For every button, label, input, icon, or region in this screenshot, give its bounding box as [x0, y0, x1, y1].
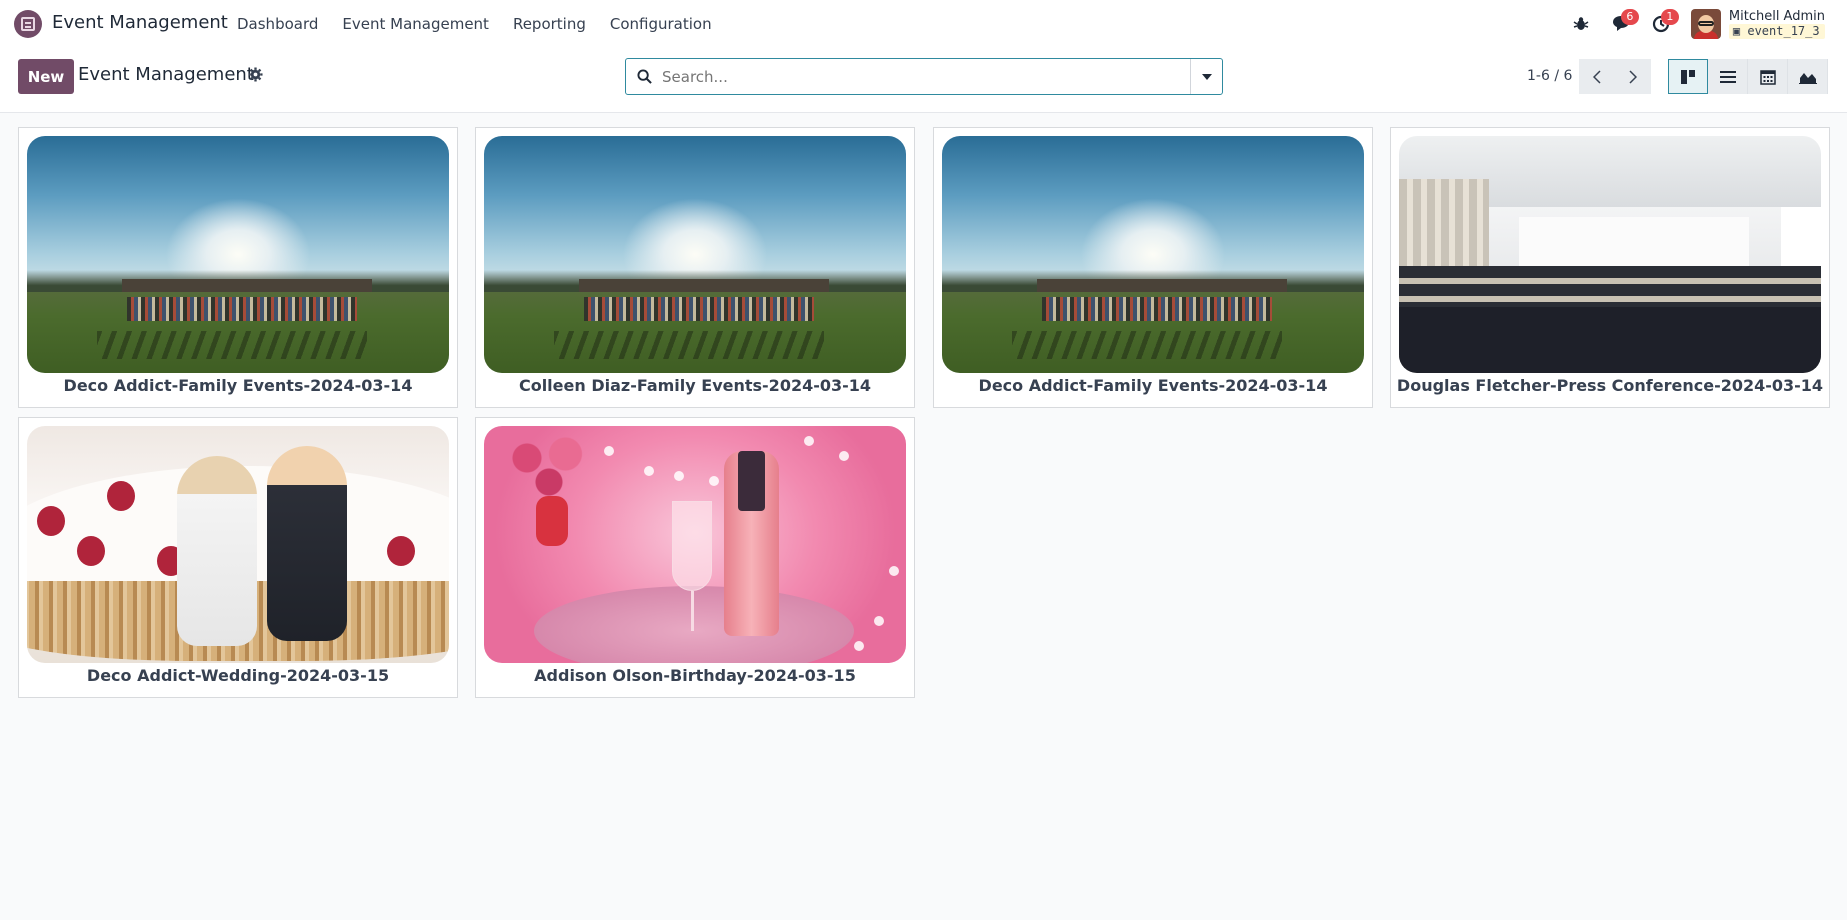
calendar-view-button[interactable] — [1748, 59, 1788, 94]
database-label: event_17_3 — [1747, 23, 1820, 38]
control-panel: New Event Management 1-6 / 6 — [0, 47, 1847, 113]
kanban-icon — [1681, 69, 1695, 84]
event-image — [942, 136, 1364, 373]
main-menu: Dashboard Event Management Reporting Con… — [225, 0, 724, 47]
search-bar — [625, 58, 1223, 95]
event-image — [27, 136, 449, 373]
user-avatar[interactable] — [1690, 8, 1721, 39]
pager-next-button[interactable] — [1615, 59, 1651, 94]
kanban-card[interactable]: Deco Addict-Family Events-2024-03-14 — [933, 127, 1373, 408]
area-chart-icon — [1798, 72, 1817, 84]
card-title: Douglas Fletcher-Press Conference-2024-0… — [1396, 376, 1824, 395]
menu-item-event-management[interactable]: Event Management — [330, 15, 501, 33]
search-input[interactable] — [662, 59, 1190, 94]
list-icon — [1719, 70, 1736, 83]
event-image — [1399, 136, 1821, 373]
view-switcher — [1668, 59, 1828, 94]
kanban-card[interactable]: Colleen Diaz-Family Events-2024-03-14 — [475, 127, 915, 408]
user-menu[interactable]: Mitchell Admin ▣ event_17_3 — [1728, 8, 1825, 39]
card-title: Colleen Diaz-Family Events-2024-03-14 — [518, 376, 872, 395]
card-title: Deco Addict-Family Events-2024-03-14 — [63, 376, 413, 395]
kanban-card[interactable]: Douglas Fletcher-Press Conference-2024-0… — [1390, 127, 1830, 408]
debug-icon[interactable] — [1561, 0, 1601, 47]
kanban-card[interactable]: Deco Addict-Wedding-2024-03-15 — [18, 417, 458, 698]
calendar-icon — [1759, 69, 1776, 85]
app-name[interactable]: Event Management — [52, 12, 228, 33]
card-title: Addison Olson-Birthday-2024-03-15 — [534, 666, 856, 685]
system-tray: 6 1 Mitchell Admin ▣ event_17_3 — [1561, 0, 1847, 47]
card-title: Deco Addict-Wedding-2024-03-15 — [86, 666, 390, 685]
chevron-left-icon — [1593, 69, 1601, 84]
list-view-button[interactable] — [1708, 59, 1748, 94]
top-navbar: Event Management Dashboard Event Managem… — [0, 0, 1847, 47]
kanban-card[interactable]: Addison Olson-Birthday-2024-03-15 — [475, 417, 915, 698]
graph-view-button[interactable] — [1788, 59, 1828, 94]
kanban-view-button[interactable] — [1668, 59, 1708, 94]
activities-icon[interactable]: 1 — [1641, 0, 1681, 47]
event-image — [27, 426, 449, 663]
app-home-icon[interactable] — [14, 10, 42, 38]
gear-icon[interactable] — [248, 67, 263, 86]
messages-badge: 6 — [1620, 9, 1639, 25]
database-name: ▣ event_17_3 — [1728, 23, 1825, 39]
search-options-toggle[interactable] — [1190, 59, 1222, 94]
menu-item-configuration[interactable]: Configuration — [598, 15, 724, 33]
event-image — [484, 426, 906, 663]
kanban-card[interactable]: Deco Addict-Family Events-2024-03-14 — [18, 127, 458, 408]
menu-item-dashboard[interactable]: Dashboard — [225, 15, 330, 33]
event-image — [484, 136, 906, 373]
activities-badge: 1 — [1660, 9, 1679, 25]
menu-item-reporting[interactable]: Reporting — [501, 15, 598, 33]
pager-value[interactable]: 1-6 / 6 — [1527, 68, 1572, 84]
pager-previous-button[interactable] — [1579, 59, 1615, 94]
page-title: Event Management — [78, 64, 254, 85]
messages-icon[interactable]: 6 — [1601, 0, 1641, 47]
search-icon — [626, 59, 662, 94]
card-title: Deco Addict-Family Events-2024-03-14 — [978, 376, 1328, 395]
caret-down-icon — [1201, 73, 1212, 80]
database-icon: ▣ — [1732, 23, 1741, 38]
chevron-right-icon — [1629, 69, 1637, 84]
new-button[interactable]: New — [18, 59, 74, 94]
user-name: Mitchell Admin — [1728, 8, 1825, 24]
